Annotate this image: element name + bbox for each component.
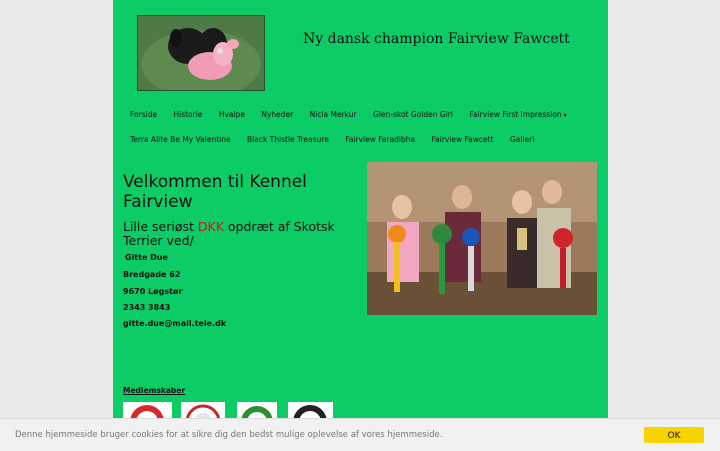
memberships-heading: Medlemskaber: [123, 386, 186, 395]
subtitle-text-start: Lille seriøst: [123, 219, 198, 234]
nav-item-nyheder[interactable]: Nyheder: [256, 110, 298, 119]
chevron-down-icon: ▾: [563, 112, 567, 119]
nav-item-fairview-first-impression[interactable]: Fairview First Impression ▾: [464, 110, 571, 119]
nav-item-nicla-merkur[interactable]: Nicla Merkur: [305, 110, 362, 119]
main-nav-row-2: Terra Alite Be My Valentine Black Thistl…: [125, 135, 543, 144]
contact-street: Bredgade 62: [123, 270, 181, 279]
contact-phone: 2343 3843: [123, 303, 171, 312]
nav-item-historie[interactable]: Historie: [168, 110, 207, 119]
page-container: Ny dansk champion Fairview Fawcett Forsi…: [113, 0, 608, 450]
cookie-message: Denne hjemmeside bruger cookies for at s…: [15, 430, 443, 440]
main-nav-row-1: Forside Historie Hvalpe Nyheder Nicla Me…: [125, 110, 576, 119]
contact-email[interactable]: gitte.due@mail.tele.dk: [123, 319, 226, 328]
logo-image[interactable]: [137, 15, 265, 91]
contact-city: 9670 Løgstør: [123, 287, 183, 296]
welcome-heading: Velkommen til Kennel Fairview: [123, 172, 307, 212]
nav-item-black-thistle-treasure[interactable]: Black Thistle Treasure: [242, 135, 334, 144]
site-title: Ny dansk champion Fairview Fawcett: [303, 31, 570, 47]
cookie-ok-button[interactable]: OK: [644, 427, 704, 443]
nav-item-glen-skot-golden-girl[interactable]: Glen-skot Golden Girl: [368, 110, 458, 119]
dkk-link[interactable]: DKK: [198, 219, 224, 234]
nav-item-fairview-fawcett[interactable]: Fairview Fawcett: [427, 135, 499, 144]
intro-subtitle: Lille seriøst DKK opdræt af Skotsk Terri…: [123, 220, 363, 248]
nav-item-label: Fairview First Impression: [469, 110, 562, 119]
nav-item-forside[interactable]: Forside: [125, 110, 162, 119]
kennel-photo: [367, 162, 597, 315]
cookie-banner: Denne hjemmeside bruger cookies for at s…: [0, 418, 720, 451]
contact-name: Gitte Due: [125, 253, 168, 262]
nav-item-terra-alite[interactable]: Terra Alite Be My Valentine: [125, 135, 236, 144]
nav-item-galleri[interactable]: Galleri: [505, 135, 539, 144]
nav-item-hvalpe[interactable]: Hvalpe: [214, 110, 250, 119]
nav-item-fairview-faradibha[interactable]: Fairview Faradibha: [340, 135, 420, 144]
